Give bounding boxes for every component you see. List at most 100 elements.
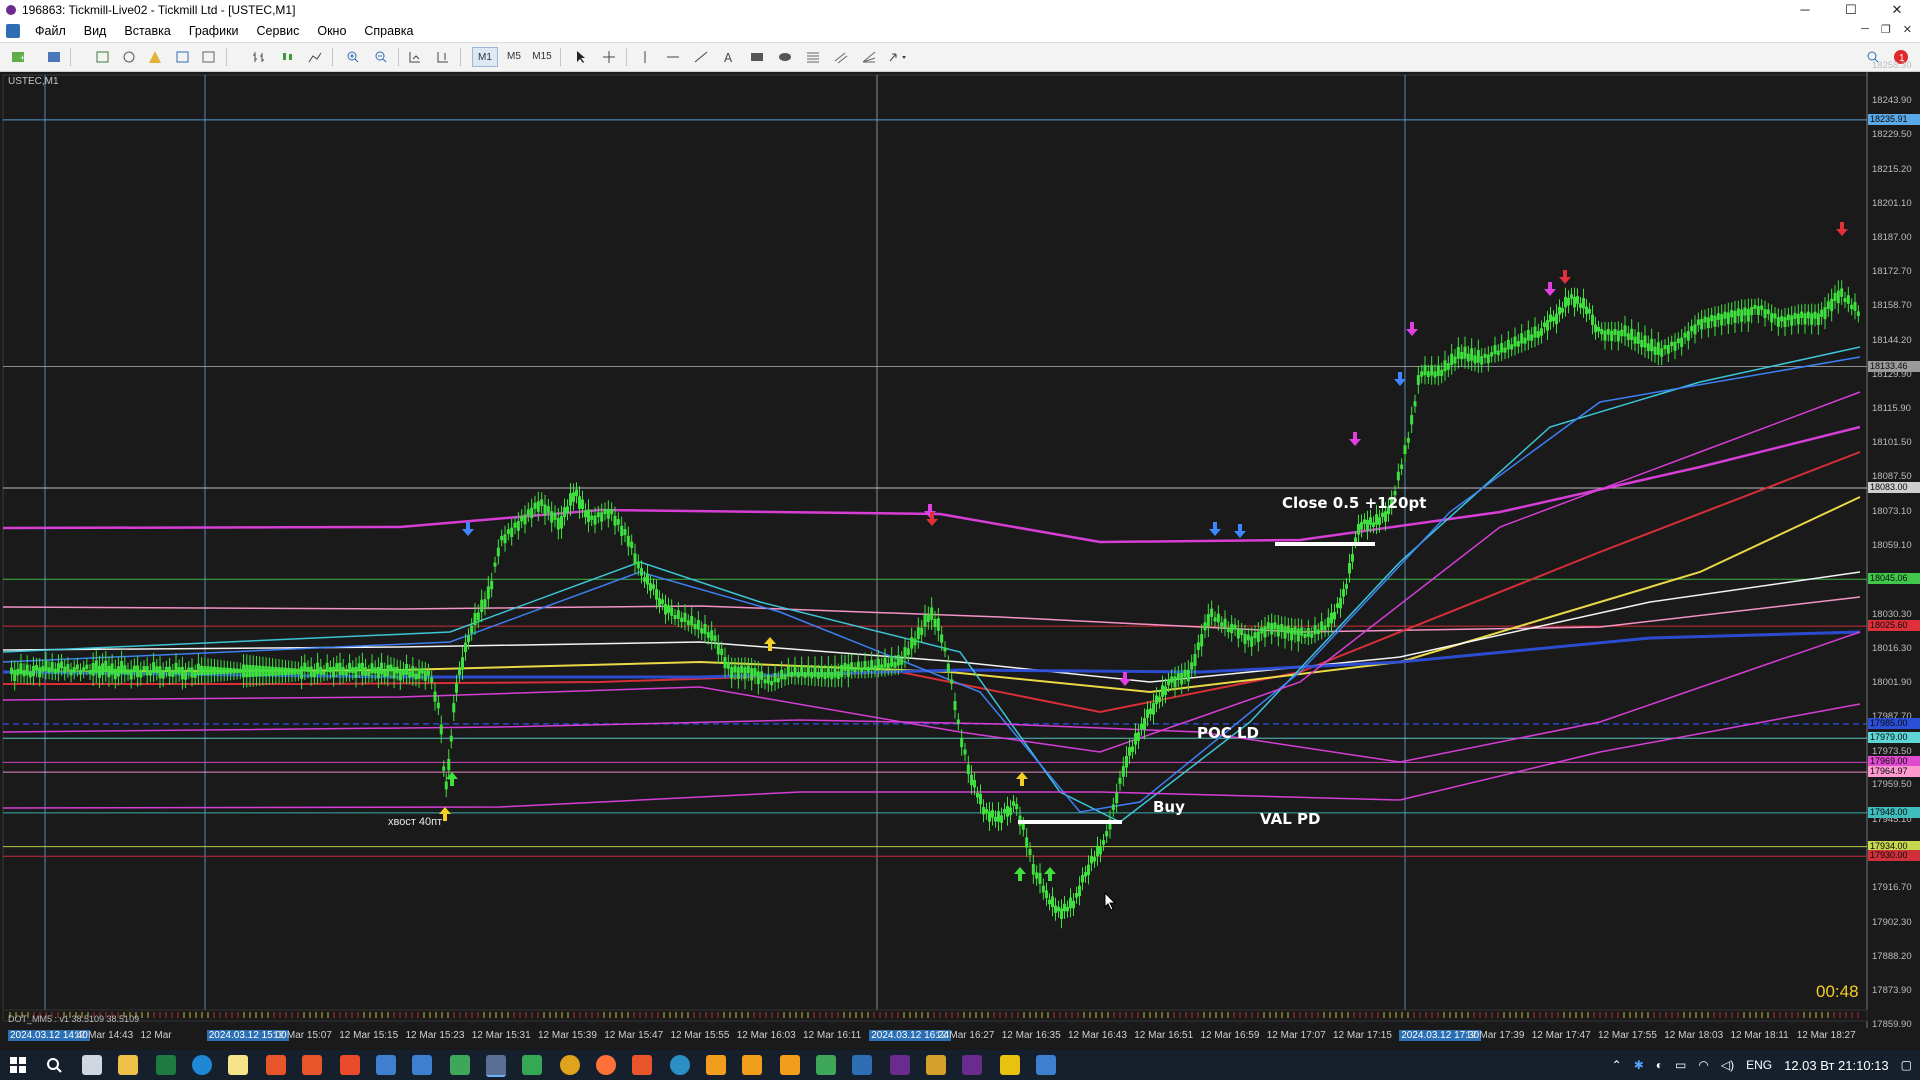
navigator-icon[interactable] bbox=[144, 47, 166, 67]
timeframe-m1[interactable]: M1 bbox=[472, 47, 498, 67]
wifi-icon[interactable]: ◠ bbox=[1698, 1058, 1708, 1072]
chart-canvas[interactable] bbox=[0, 72, 1920, 1028]
cursor-icon[interactable] bbox=[570, 47, 592, 67]
line-chart-icon[interactable] bbox=[304, 47, 326, 67]
app-icon-box[interactable] bbox=[926, 1055, 946, 1075]
menu-tools[interactable]: Сервис bbox=[248, 24, 309, 38]
brave-icon-2[interactable] bbox=[302, 1055, 322, 1075]
price-chart[interactable]: USTEC,M1 bbox=[0, 72, 1920, 1028]
time-axis-label: 12 Mar 17:47 bbox=[1531, 1030, 1591, 1041]
app-icon-purple[interactable] bbox=[890, 1055, 910, 1075]
rectangle-tool-icon[interactable] bbox=[746, 47, 768, 67]
candle bbox=[264, 666, 268, 677]
terminal-icon[interactable] bbox=[172, 47, 194, 67]
app-icon-dots[interactable] bbox=[522, 1055, 542, 1075]
app-icon-chart[interactable] bbox=[816, 1055, 836, 1075]
app-icon-purple-2[interactable] bbox=[962, 1055, 982, 1075]
bluetooth-icon[interactable]: ✱ bbox=[1634, 1058, 1644, 1072]
excel-icon[interactable] bbox=[156, 1055, 176, 1075]
tray-chevron-icon[interactable]: ⌃ bbox=[1612, 1058, 1622, 1072]
clock[interactable]: 12.03 Вт 21:10:13 bbox=[1784, 1058, 1889, 1073]
candle bbox=[760, 671, 764, 680]
app-icon-blue-3[interactable] bbox=[1036, 1055, 1056, 1075]
strategy-tester-icon[interactable] bbox=[198, 47, 220, 67]
chrome-icon[interactable] bbox=[560, 1055, 580, 1075]
minimize-button[interactable]: ─ bbox=[1782, 0, 1828, 20]
menu-window[interactable]: Окно bbox=[308, 24, 355, 38]
file-explorer-icon[interactable] bbox=[118, 1055, 138, 1075]
candle bbox=[736, 667, 740, 679]
candle bbox=[94, 660, 98, 673]
crosshair-icon[interactable] bbox=[598, 47, 620, 67]
mdi-minimize-icon[interactable]: ─ bbox=[1861, 23, 1869, 36]
arrows-tool-icon[interactable] bbox=[886, 47, 908, 67]
app-icon-yellow[interactable] bbox=[1000, 1055, 1020, 1075]
firefox-icon[interactable] bbox=[596, 1055, 616, 1075]
chart-shift-icon[interactable] bbox=[432, 47, 454, 67]
battery-icon[interactable]: ▭ bbox=[1675, 1058, 1686, 1072]
app-icon-trend[interactable] bbox=[852, 1055, 872, 1075]
menu-file[interactable]: Файл bbox=[26, 24, 75, 38]
start-windows-icon[interactable] bbox=[8, 1055, 28, 1075]
timeframe-m5[interactable]: M5 bbox=[502, 47, 526, 65]
edge-icon[interactable] bbox=[192, 1055, 212, 1075]
mdi-restore-icon[interactable]: ❐ bbox=[1881, 23, 1891, 36]
chart-window-icon[interactable] bbox=[6, 24, 20, 38]
app-icon-blue[interactable] bbox=[376, 1055, 396, 1075]
trendline-icon[interactable] bbox=[690, 47, 712, 67]
horizontal-line-icon[interactable] bbox=[662, 47, 684, 67]
notification-center-icon[interactable]: ▢ bbox=[1901, 1058, 1912, 1072]
app-icon-a1[interactable] bbox=[706, 1055, 726, 1075]
app-icon-blue-2[interactable] bbox=[412, 1055, 432, 1075]
menu-view[interactable]: Вид bbox=[75, 24, 116, 38]
candle bbox=[283, 667, 287, 676]
market-watch-icon[interactable] bbox=[92, 47, 114, 67]
notes-icon[interactable] bbox=[228, 1055, 248, 1075]
profiles-icon[interactable] bbox=[44, 47, 66, 67]
brave-icon-3[interactable] bbox=[632, 1055, 652, 1075]
close-button[interactable]: ✕ bbox=[1874, 0, 1920, 20]
bar-chart-icon[interactable] bbox=[248, 47, 270, 67]
volume-icon[interactable]: ◁) bbox=[1721, 1058, 1734, 1072]
candle bbox=[1323, 625, 1327, 631]
app-icon-globe[interactable] bbox=[670, 1055, 690, 1075]
candle bbox=[395, 666, 399, 674]
zoom-in-icon[interactable] bbox=[342, 47, 364, 67]
system-tray: ⌃ ✱ ◐ ▭ ◠ ◁) ENG 12.03 Вт 21:10:13 ▢ bbox=[1612, 1050, 1920, 1080]
app-icon-a3[interactable] bbox=[780, 1055, 800, 1075]
app-icon-a2[interactable] bbox=[742, 1055, 762, 1075]
time-axis-label: 12 Mar 15:47 bbox=[604, 1030, 664, 1041]
menu-help[interactable]: Справка bbox=[355, 24, 422, 38]
channel-tool-icon[interactable] bbox=[830, 47, 852, 67]
price-axis-label: 18101.50 bbox=[1872, 437, 1912, 449]
text-tool-icon[interactable]: A bbox=[718, 47, 740, 67]
candle bbox=[876, 658, 880, 669]
candle bbox=[405, 664, 409, 675]
metatrader-icon[interactable] bbox=[486, 1055, 506, 1077]
app-icon-red[interactable] bbox=[340, 1055, 360, 1075]
task-view-icon[interactable] bbox=[82, 1055, 102, 1075]
zoom-out-icon[interactable] bbox=[370, 47, 392, 67]
mdi-close-icon[interactable]: ✕ bbox=[1903, 23, 1912, 36]
annotation-val: VAL PD bbox=[1260, 810, 1321, 828]
fibonacci-icon[interactable] bbox=[802, 47, 824, 67]
app-icon-green[interactable] bbox=[450, 1055, 470, 1075]
search-taskbar-icon[interactable] bbox=[44, 1055, 64, 1075]
data-window-icon[interactable] bbox=[118, 47, 140, 67]
candlestick-icon[interactable] bbox=[276, 47, 298, 67]
candle bbox=[813, 665, 817, 677]
maximize-button[interactable]: ☐ bbox=[1828, 0, 1874, 20]
vertical-line-icon[interactable] bbox=[634, 47, 656, 67]
gann-tool-icon[interactable] bbox=[858, 47, 880, 67]
timeframe-m15[interactable]: M15 bbox=[530, 47, 554, 65]
ellipse-tool-icon[interactable] bbox=[774, 47, 796, 67]
brave-icon[interactable] bbox=[266, 1055, 286, 1075]
menu-charts[interactable]: Графики bbox=[180, 24, 248, 38]
candle bbox=[1413, 401, 1417, 407]
language-indicator[interactable]: ENG bbox=[1746, 1058, 1772, 1072]
tray-app-icon[interactable]: ◐ bbox=[1656, 1058, 1663, 1072]
menu-insert[interactable]: Вставка bbox=[115, 24, 179, 38]
candle bbox=[890, 656, 894, 667]
auto-scroll-icon[interactable] bbox=[404, 47, 426, 67]
new-chart-icon[interactable]: + bbox=[8, 47, 30, 67]
